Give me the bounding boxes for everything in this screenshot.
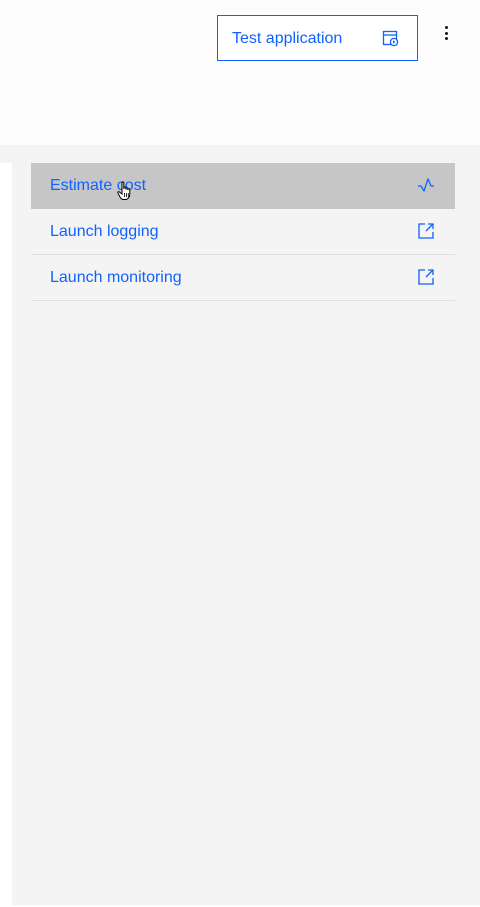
test-application-button[interactable]: Test application [217,15,418,61]
menu-item-label: Launch monitoring [50,269,182,286]
menu-item-estimate-cost[interactable]: Estimate cost [31,163,455,209]
launch-icon [417,222,435,240]
menu-item-launch-monitoring[interactable]: Launch monitoring [31,255,455,301]
activity-icon [417,176,435,194]
top-bar: Test application [0,0,480,145]
menu-item-label: Launch logging [50,223,159,240]
panel-divider [0,163,12,907]
menu-item-launch-logging[interactable]: Launch logging [31,209,455,255]
test-application-label: Test application [232,30,343,47]
launch-icon [417,268,435,286]
overflow-menu-vertical-icon[interactable] [436,26,456,40]
hand-pointer-cursor-icon [117,181,133,201]
app-test-icon [382,30,400,48]
action-menu: Estimate cost Launch logging Launch moni… [31,163,455,301]
